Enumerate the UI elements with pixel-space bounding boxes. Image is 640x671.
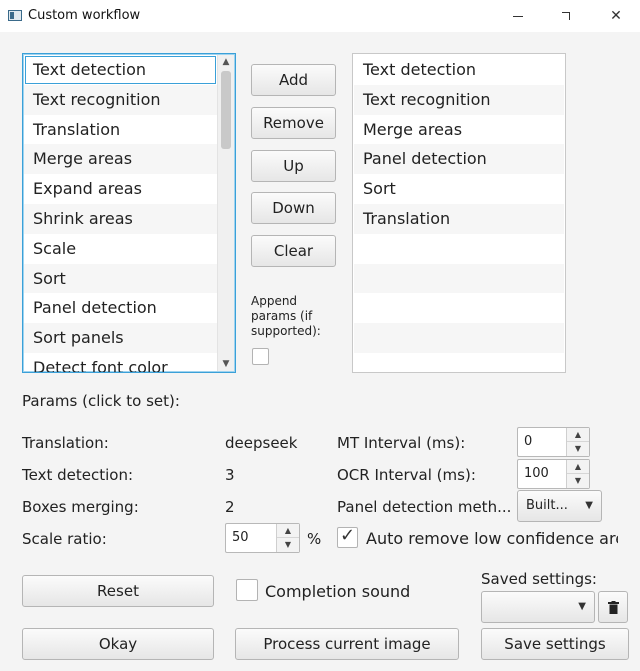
spin-up-icon[interactable]: ▲: [567, 460, 589, 474]
list-item[interactable]: Text detection: [354, 55, 564, 85]
trash-icon: [608, 601, 619, 614]
panel-detection-select[interactable]: Built... ▼: [517, 490, 602, 522]
chevron-down-icon: ▼: [585, 500, 593, 511]
spin-down-icon[interactable]: ▼: [567, 474, 589, 488]
panel-detection-value: Built...: [526, 498, 568, 513]
translation-label: Translation:: [22, 434, 109, 452]
maximize-icon[interactable]: [546, 4, 586, 28]
workflow-steps-list[interactable]: Text detection Text recognition Merge area…: [352, 53, 566, 373]
ocr-interval-spinner[interactable]: 100 ▲ ▼: [517, 459, 590, 489]
list-item[interactable]: Translation: [24, 115, 217, 145]
add-button[interactable]: Add: [251, 64, 336, 96]
append-params-label: Append params (if supported):: [251, 294, 321, 338]
window-title: Custom workflow: [28, 8, 141, 23]
mt-interval-value[interactable]: 0: [524, 428, 532, 456]
list-item[interactable]: Scale: [24, 234, 217, 264]
spin-down-icon[interactable]: ▼: [567, 442, 589, 456]
empty-list-row: [354, 293, 564, 323]
saved-settings-label: Saved settings:: [481, 570, 597, 588]
saved-settings-select[interactable]: ▼: [481, 591, 595, 623]
list-item[interactable]: Detect font color: [24, 353, 217, 372]
list-item[interactable]: Shrink areas: [24, 203, 217, 234]
available-steps-items: Text detection Text recognition Translatio…: [24, 55, 217, 372]
mt-interval-label: MT Interval (ms):: [337, 434, 466, 452]
list-item[interactable]: Panel detection: [354, 144, 564, 175]
auto-remove-checkbox[interactable]: ✓: [337, 525, 358, 548]
panel-detection-label: Panel detection meth...: [337, 498, 512, 516]
title-bar: Custom workflow ✕: [0, 0, 640, 32]
available-steps-list[interactable]: Text detection Text recognition Translatio…: [22, 53, 236, 373]
close-icon[interactable]: ✕: [596, 4, 636, 28]
scale-ratio-value[interactable]: 50: [232, 524, 249, 552]
list-item[interactable]: Merge areas: [24, 144, 217, 175]
list-item[interactable]: Sort: [24, 263, 217, 294]
mt-interval-spinner[interactable]: 0 ▲ ▼: [517, 427, 590, 457]
ocr-interval-label: OCR Interval (ms):: [337, 466, 476, 484]
workflow-steps-items: Text detection Text recognition Merge area…: [354, 55, 564, 372]
append-params-checkbox[interactable]: [252, 348, 269, 365]
scroll-down-icon[interactable]: ▼: [218, 357, 234, 371]
scroll-thumb[interactable]: [221, 71, 231, 149]
list-item[interactable]: Expand areas: [24, 174, 217, 204]
spin-up-icon[interactable]: ▲: [567, 428, 589, 442]
process-current-image-button[interactable]: Process current image: [235, 628, 459, 660]
list-item[interactable]: Translation: [354, 203, 564, 234]
list-item[interactable]: Merge areas: [354, 115, 564, 145]
empty-list-row: [354, 353, 564, 372]
list-item[interactable]: Sort: [354, 174, 564, 204]
clear-button[interactable]: Clear: [251, 235, 336, 267]
app-window-icon: [8, 10, 22, 21]
list-item[interactable]: Text recognition: [24, 84, 217, 115]
spin-down-icon[interactable]: ▼: [277, 538, 299, 552]
boxes-merging-value[interactable]: 2: [225, 498, 235, 516]
scale-ratio-label: Scale ratio:: [22, 530, 107, 548]
empty-list-row: [354, 323, 564, 353]
scale-ratio-unit: %: [307, 530, 322, 548]
up-button[interactable]: Up: [251, 150, 336, 182]
checkmark-icon: ✓: [340, 525, 356, 546]
chevron-down-icon: ▼: [578, 601, 586, 612]
empty-list-row: [354, 234, 564, 264]
reset-button[interactable]: Reset: [22, 575, 214, 607]
boxes-merging-label: Boxes merging:: [22, 498, 139, 516]
okay-button[interactable]: Okay: [22, 628, 214, 660]
text-detection-value[interactable]: 3: [225, 466, 235, 484]
spin-up-icon[interactable]: ▲: [277, 524, 299, 538]
auto-remove-label: Auto remove low confidence area: [366, 529, 618, 548]
text-detection-label: Text detection:: [22, 466, 133, 484]
down-button[interactable]: Down: [251, 192, 336, 224]
ocr-interval-value[interactable]: 100: [524, 460, 549, 488]
completion-sound-checkbox[interactable]: [236, 579, 258, 601]
translation-value[interactable]: deepseek: [225, 434, 297, 452]
list-item[interactable]: Text recognition: [354, 84, 564, 115]
scale-ratio-spinner[interactable]: 50 ▲ ▼: [225, 523, 300, 553]
completion-sound-label: Completion sound: [265, 582, 411, 601]
remove-button[interactable]: Remove: [251, 107, 336, 139]
empty-list-row: [354, 263, 564, 294]
list-item[interactable]: Text detection: [24, 55, 217, 85]
available-steps-scrollbar[interactable]: ▲ ▼: [217, 55, 234, 371]
list-item[interactable]: Panel detection: [24, 293, 217, 323]
scroll-up-icon[interactable]: ▲: [218, 55, 234, 69]
save-settings-button[interactable]: Save settings: [481, 628, 629, 660]
delete-settings-button[interactable]: [598, 591, 628, 623]
minimize-icon[interactable]: [498, 4, 538, 28]
params-heading: Params (click to set):: [22, 392, 180, 410]
list-item[interactable]: Sort panels: [24, 323, 217, 353]
